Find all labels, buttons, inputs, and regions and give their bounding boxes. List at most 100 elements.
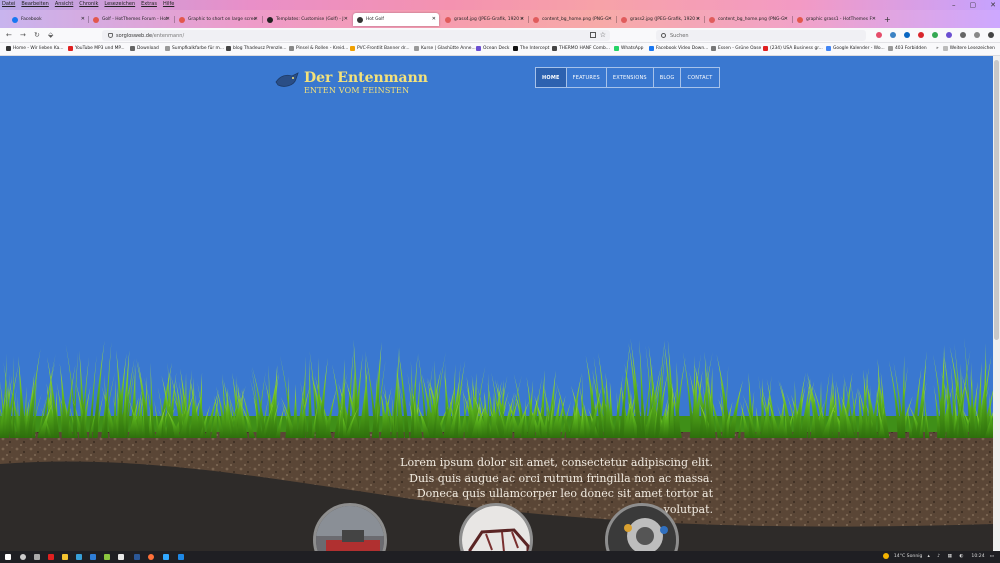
app-icon[interactable] (118, 554, 124, 560)
bookmark-item[interactable]: Facebook Video Down... (649, 46, 708, 51)
acrobat-icon[interactable] (48, 554, 54, 560)
bookmark-item[interactable]: » Weitere Lesezeichen (936, 46, 995, 51)
tab-0[interactable]: Facebook ✕ (8, 13, 88, 26)
address-bar[interactable]: sorglosweb.de/entenmann/ ☆ (102, 30, 610, 41)
app-icon[interactable] (163, 554, 169, 560)
grass-blade (970, 362, 975, 438)
app-icon[interactable] (90, 554, 96, 560)
new-tab-button[interactable]: + (884, 15, 891, 24)
bookmark-item[interactable]: THERMO HANF Comb... (552, 46, 610, 51)
minimize-icon[interactable]: – (952, 1, 956, 9)
account-icon[interactable] (946, 32, 952, 38)
app-menu-icon[interactable] (988, 32, 994, 38)
tab-9[interactable]: graphic grass1 - HotThemes F ✕ (793, 13, 879, 26)
weather-sun-icon[interactable] (882, 553, 889, 559)
bookmark-star-icon[interactable]: ☆ (600, 31, 606, 39)
tab-3[interactable]: Templates: Customise (Golf) - J ✕ (263, 13, 351, 26)
menu-ansicht[interactable]: Ansicht (55, 1, 73, 7)
grass-blade (291, 384, 299, 438)
tab-2[interactable]: Graphic to short on large scree ✕ (175, 13, 261, 26)
extension-icon[interactable]: ⬙ (48, 31, 53, 39)
close-window-icon[interactable]: ✕ (990, 1, 996, 9)
clock[interactable]: 10:24 (971, 554, 984, 559)
tab-close-icon[interactable]: ✕ (520, 16, 524, 22)
reload-icon[interactable]: ↻ (34, 31, 40, 39)
back-icon[interactable]: ← (6, 31, 12, 39)
tab-8[interactable]: content_bg_home.png (PNG-G ✕ (705, 13, 791, 26)
tab-4[interactable]: Hot Golf ✕ (353, 13, 439, 26)
tab-close-icon[interactable]: ✕ (254, 16, 258, 22)
tab-6[interactable]: content_bg_home.png (PNG-G ✕ (529, 13, 615, 26)
bookmark-item[interactable]: YouTube MP3 und MP... (68, 46, 125, 51)
adblock-icon[interactable] (918, 32, 924, 38)
bookmark-item[interactable]: 403 Forbidden (888, 46, 927, 51)
bookmark-item[interactable]: Essen - Grüne Oase (711, 46, 761, 51)
menu-extras[interactable]: Extras (141, 1, 157, 7)
bookmark-item[interactable]: blog Thadeusz Prenzle... (226, 46, 286, 51)
library-icon[interactable] (960, 32, 966, 38)
maximize-icon[interactable]: ▢ (970, 1, 977, 9)
bookmark-item[interactable]: Pinsel & Rollen - Kreid... (289, 46, 348, 51)
app-icon[interactable] (178, 554, 184, 560)
bookmark-favicon-icon (552, 46, 557, 51)
site-logo[interactable]: Der Entenmann ENTEN VOM FEINSTEN (274, 70, 428, 96)
bookmark-item[interactable]: Kurse | Glashütte Anne... (414, 46, 476, 51)
nav-extensions[interactable]: EXTENSIONS (605, 68, 653, 87)
tab-close-icon[interactable]: ✕ (432, 16, 436, 22)
bookmark-item[interactable]: WhatsApp (614, 46, 643, 51)
overflow-icon[interactable] (974, 32, 980, 38)
tray-icons[interactable]: ▴ ♪ ▦ ◐ (927, 554, 966, 559)
menu-lesezeichen[interactable]: Lesezeichen (104, 1, 135, 7)
bookmark-item[interactable]: Sumpfkalkfarbe für m... (165, 46, 224, 51)
download-icon[interactable] (890, 32, 896, 38)
tab-close-icon[interactable]: ✕ (344, 16, 348, 22)
forward-icon[interactable]: → (20, 31, 26, 39)
tab-title: graphic grass1 - HotThemes F (806, 17, 872, 22)
app-icon[interactable] (134, 554, 140, 560)
tab-close-icon[interactable]: ✕ (784, 16, 788, 22)
tab-favicon-icon (267, 16, 273, 23)
tab-close-icon[interactable]: ✕ (872, 16, 876, 22)
tab-close-icon[interactable]: ✕ (608, 16, 612, 22)
notifications-icon[interactable]: ▭ (990, 554, 994, 559)
nav-home[interactable]: HOME (536, 68, 566, 87)
search-bar[interactable]: Suchen (656, 30, 866, 41)
scrollbar-thumb[interactable] (994, 60, 999, 340)
firefox-icon[interactable] (148, 554, 154, 560)
weather-text[interactable]: 14°C Sonnig (894, 554, 923, 559)
nav-features[interactable]: FEATURES (565, 68, 606, 87)
start-icon[interactable] (5, 554, 11, 560)
search-taskbar-icon[interactable] (20, 554, 26, 560)
pocket-icon[interactable] (876, 32, 882, 38)
tab-close-icon[interactable]: ✕ (81, 16, 85, 22)
app-icon[interactable] (76, 554, 82, 560)
menu-bearbeiten[interactable]: Bearbeiten (21, 1, 48, 7)
addon-icon[interactable] (932, 32, 938, 38)
page-scrollbar[interactable] (993, 56, 1000, 551)
linkedin-icon[interactable] (904, 32, 910, 38)
task-view-icon[interactable] (34, 554, 40, 560)
bookmark-item[interactable]: Google Kalender - Wo... (826, 46, 885, 51)
tab-7[interactable]: grass2.jpg (JPEG-Grafik, 1920 × ✕ (617, 13, 703, 26)
bookmark-item[interactable]: The Intercept (513, 46, 549, 51)
menu-hilfe[interactable]: Hilfe (163, 1, 174, 7)
tab-5[interactable]: grass4.jpg (JPEG-Grafik, 1920 × ✕ (441, 13, 527, 26)
menu-datei[interactable]: Datei (2, 1, 15, 7)
bookmark-item[interactable]: PVC-Frontlit Banner dr... (350, 46, 410, 51)
reader-view-icon[interactable] (590, 32, 596, 38)
bookmark-item[interactable]: Home - Wir lieben Ka... (6, 46, 64, 51)
tracking-shield-icon[interactable] (108, 33, 113, 38)
tab-1[interactable]: Golf - HotThemes Forum - Hot ✕ (89, 13, 173, 26)
tab-close-icon[interactable]: ✕ (696, 16, 700, 22)
nav-contact[interactable]: CONTACT (680, 68, 718, 87)
grass-blades (0, 337, 993, 438)
nav-blog[interactable]: BLOG (652, 68, 681, 87)
bookmark-item[interactable]: Ocean Deck (476, 46, 509, 51)
bookmark-item[interactable]: Download (130, 46, 159, 51)
tab-close-icon[interactable]: ✕ (166, 16, 170, 22)
duck-logo-icon (275, 72, 299, 87)
explorer-icon[interactable] (62, 554, 68, 560)
app-icon[interactable] (104, 554, 110, 560)
menu-chronik[interactable]: Chronik (79, 1, 98, 7)
bookmark-item[interactable]: (234) USA Business gr... (763, 46, 823, 51)
